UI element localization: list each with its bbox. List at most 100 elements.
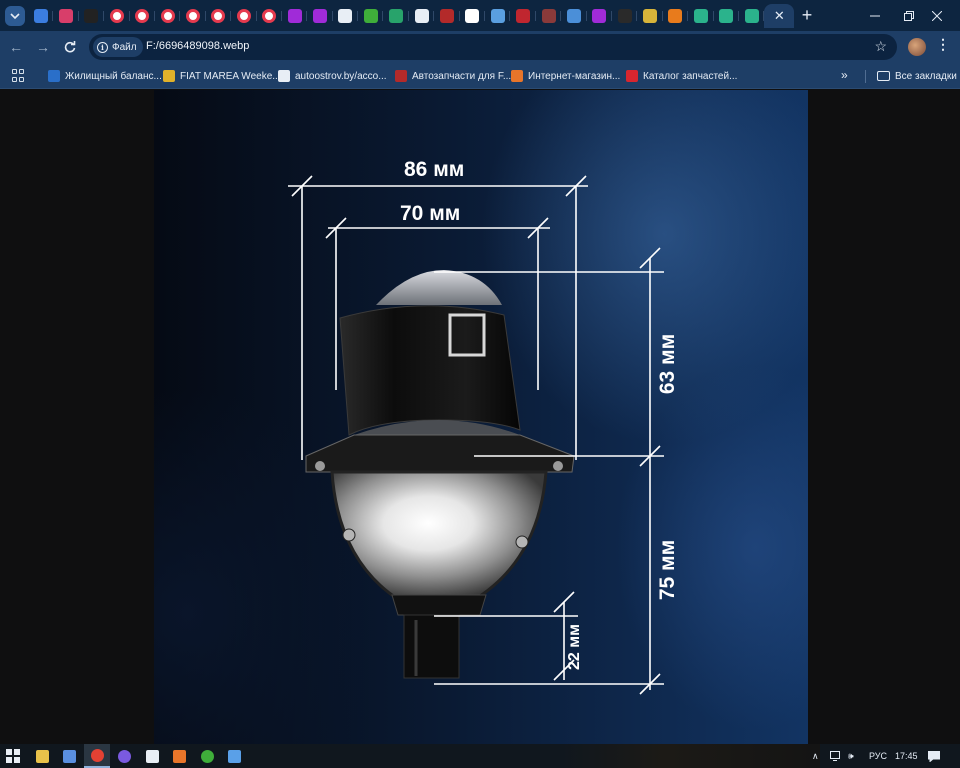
browser-tab[interactable] [53,4,80,28]
red-ring-icon [236,9,251,23]
browser-tab[interactable] [130,4,156,28]
mounting-flange [305,434,575,473]
notifications-icon[interactable] [928,744,940,768]
browser-tab[interactable] [587,4,613,28]
clock[interactable]: 17:45 [895,744,918,768]
bookmark-star-icon[interactable]: ☆ [874,38,887,55]
taskbar-app-button[interactable] [112,744,138,768]
start-button-icon[interactable] [6,749,20,763]
bookmark-favicon-icon [395,70,407,82]
bookmark-item[interactable]: Интернет-магазин... [511,68,620,84]
browser-tab[interactable] [104,4,130,28]
browser-tab[interactable] [28,4,54,28]
all-bookmarks-button[interactable]: Все закладки [877,68,957,84]
browser-tab[interactable] [307,4,334,28]
site-info-chip[interactable]: i Файл [93,37,143,57]
browser-tab[interactable] [739,4,765,28]
browser-menu-icon[interactable]: ⋮ [936,36,950,53]
network-icon[interactable] [830,744,842,768]
browser-tab[interactable] [460,4,486,28]
flange-screw-right [553,461,563,471]
bookmark-item[interactable]: Каталог запчастей... [626,68,737,84]
browser-tab[interactable] [434,4,461,28]
taskbar-app-button[interactable] [167,744,193,768]
tab-search-button[interactable] [5,6,25,26]
back-button[interactable]: ← [5,36,27,58]
pink-square-icon [59,9,74,23]
taskbar-app-button[interactable] [57,744,83,768]
browser-tab[interactable] [485,4,511,28]
forward-button[interactable]: → [32,36,54,58]
green-square-icon [363,9,378,23]
browser-tab[interactable] [155,4,181,28]
file-explorer-icon [35,749,49,763]
dimension-label-height-63: 63 мм [656,333,680,395]
browser-tab[interactable] [612,4,638,28]
tray-overflow-icon[interactable]: ∧ [812,744,819,768]
taskbar-app-button[interactable] [84,744,110,768]
language-indicator[interactable]: РУС [869,744,887,768]
arrow-left-icon: ← [9,39,23,55]
browser-tab[interactable] [561,4,587,28]
browser-tab[interactable] [536,4,562,28]
wildberries-icon [287,9,302,23]
taskbar-app-button[interactable] [139,744,165,768]
browser-tab[interactable] [409,4,435,28]
photo-app-icon [145,749,159,763]
profile-avatar[interactable] [908,38,926,56]
browser-tab[interactable] [257,4,283,28]
taskbar-app-button[interactable] [222,744,248,768]
red-ring-icon [186,9,201,23]
browser-tab[interactable] [714,4,740,28]
browser-tab[interactable] [358,4,384,28]
new-tab-button[interactable]: + [796,4,818,26]
close-window-button[interactable] [914,0,960,31]
active-tab[interactable]: ✕ [764,4,795,28]
browser-tab[interactable] [383,4,410,28]
more-bookmarks-icon[interactable]: » [841,68,848,82]
folder-icon [877,71,890,81]
blue-globe-icon [490,9,505,23]
browser-tab[interactable] [663,4,689,28]
browser-tab[interactable] [688,4,714,28]
browser-tab[interactable] [333,4,359,28]
teal-search-icon [693,9,708,23]
wire-connector [403,614,460,679]
browser-tab[interactable] [231,4,257,28]
bookmarks-bar: Жилищный баланс... FIAT MAREA Weeke... aut… [0,63,960,89]
wildberries-icon [592,9,607,23]
dimension-label-width-86: 86 мм [404,158,465,181]
lens-glass [376,270,502,305]
apps-grid-icon[interactable] [12,69,26,83]
teal-search-icon [744,9,759,23]
dimension-label-height-75: 75 мм [656,539,680,601]
bookmark-item[interactable]: Автозапчасти для F... [395,68,511,84]
save-app-icon [63,749,76,763]
bookmark-favicon-icon [626,70,638,82]
bookmark-item[interactable]: Жилищный баланс... [48,68,162,84]
browser-tab[interactable] [206,4,232,28]
green-cross-icon [389,9,404,23]
reload-button[interactable] [59,36,81,58]
dark-square-icon [617,9,632,23]
taskbar-app-button[interactable] [29,744,55,768]
windows-taskbar: ∧ 🕪 РУС 17:45 [0,744,960,768]
dimension-label-width-70: 70 мм [400,202,461,225]
blue-globe-icon [566,9,581,23]
bookmark-item[interactable]: autoostrov.by/acco... [278,68,387,84]
browser-tab[interactable] [510,4,537,28]
browser-tab[interactable] [180,4,207,28]
bookmark-item[interactable]: FIAT MAREA Weeke... [163,68,281,84]
close-tab-icon[interactable]: ✕ [774,8,785,24]
tab-list: ✕ [28,4,795,28]
browser-tab[interactable] [282,4,308,28]
browser-tab[interactable] [79,4,105,28]
address-bar[interactable]: i Файл F:/6696489098.webp ☆ [89,34,897,60]
browser-tab[interactable] [637,4,664,28]
taskbar-app-button[interactable] [194,744,220,768]
bookmark-label: Жилищный баланс... [65,70,162,82]
minimize-icon [870,15,880,16]
bookmark-label: Каталог запчастей... [643,70,738,82]
volume-icon[interactable]: 🕪 [848,744,854,768]
bookmark-label: Интернет-магазин... [528,70,621,82]
